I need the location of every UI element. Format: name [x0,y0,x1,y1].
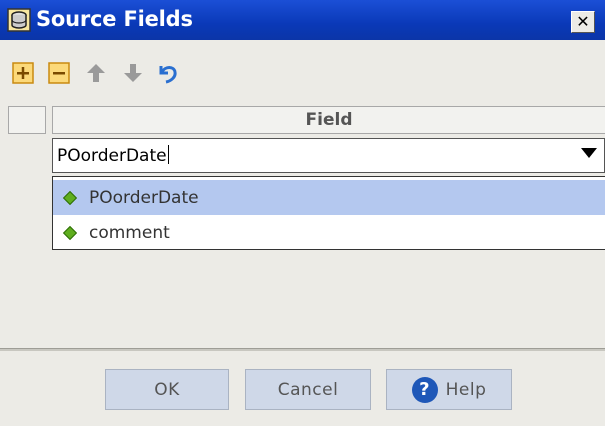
cancel-button[interactable]: Cancel [245,369,371,410]
text-caret [167,145,169,164]
column-header-field[interactable]: Field [52,106,605,134]
add-icon[interactable] [12,62,34,84]
field-input-value: POorderDate [57,146,167,166]
undo-icon[interactable] [157,62,179,84]
move-down-icon[interactable] [122,62,144,84]
window-title: Source Fields [36,7,193,31]
row-header-corner [8,106,46,134]
field-combobox[interactable]: POorderDate [52,138,605,173]
close-button[interactable]: ✕ [571,11,595,33]
help-button[interactable]: ? Help [386,369,512,410]
toolbar [0,40,605,104]
field-diamond-icon [62,190,78,205]
help-button-label: Help [445,379,487,400]
dropdown-item-comment[interactable]: comment [53,215,605,250]
field-diamond-icon [62,225,78,240]
close-icon: ✕ [576,12,590,31]
cancel-button-label: Cancel [277,379,339,400]
dropdown-item-poorderdate[interactable]: POorderDate [53,180,605,215]
dropdown-item-label: comment [89,222,170,243]
dropdown-item-label: POorderDate [89,187,199,208]
title-bar[interactable]: Source Fields ✕ [0,0,605,40]
move-up-icon[interactable] [85,62,107,84]
help-icon: ? [411,376,438,403]
field-input[interactable]: POorderDate [57,143,557,169]
remove-icon[interactable] [48,62,70,84]
dropdown-list: POorderDate comment [52,176,605,250]
footer-divider [0,348,605,351]
dropdown-arrow-icon[interactable] [581,148,597,158]
ok-button[interactable]: OK [105,369,229,410]
ok-button-label: OK [154,379,180,400]
database-icon [7,8,31,32]
